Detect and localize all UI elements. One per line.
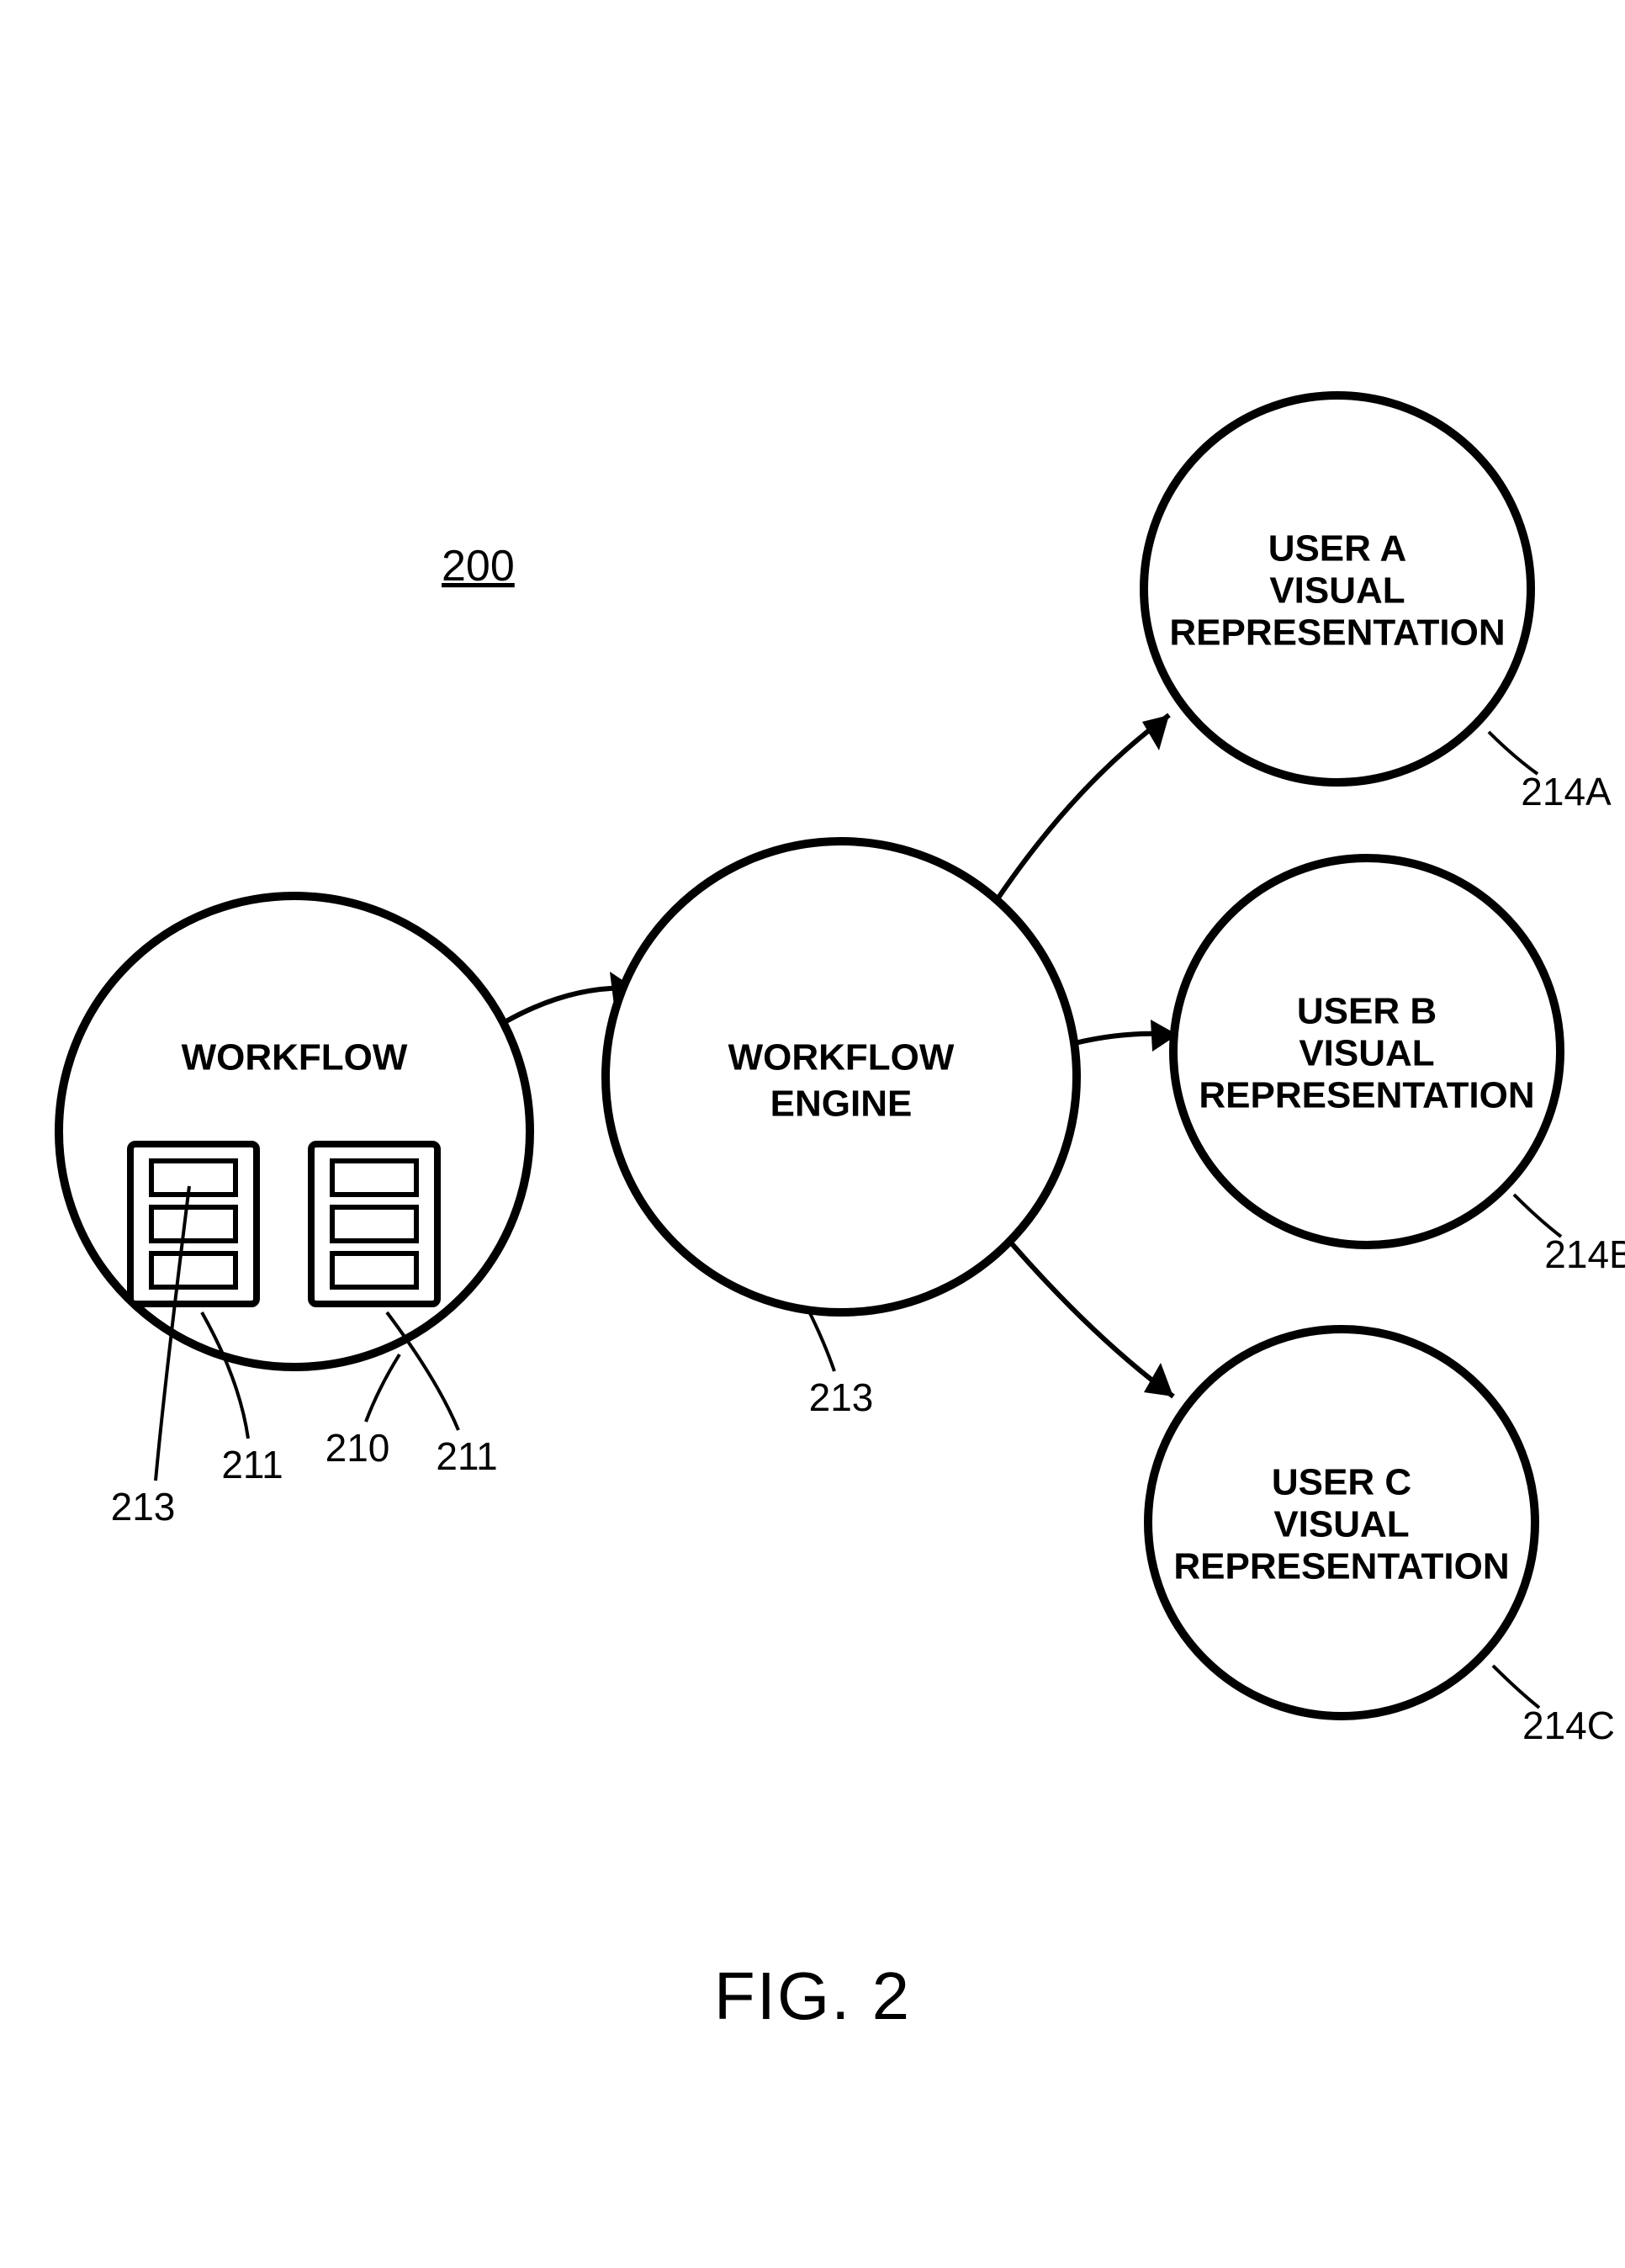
arrow-engine-to-userB — [1075, 1020, 1178, 1052]
user-c-line3: REPRESENTATION — [1173, 1546, 1509, 1587]
leader-214B — [1514, 1195, 1561, 1237]
leader-210 — [366, 1354, 400, 1422]
label-210: 210 — [326, 1426, 390, 1470]
workflow-label: WORKFLOW — [182, 1037, 408, 1078]
user-c-node: USER C VISUAL REPRESENTATION — [1148, 1329, 1535, 1716]
user-b-line3: REPRESENTATION — [1199, 1075, 1534, 1116]
workflow-node: WORKFLOW — [59, 896, 530, 1367]
user-a-node: USER A VISUAL REPRESENTATION — [1144, 395, 1531, 782]
engine-label-1: WORKFLOW — [728, 1037, 955, 1078]
user-c-line1: USER C — [1272, 1462, 1411, 1503]
diagram-canvas: 200 WORKFLOW 213 211 210 211 — [0, 0, 1625, 2268]
user-b-line2: VISUAL — [1299, 1033, 1434, 1074]
leader-214C — [1493, 1666, 1539, 1708]
engine-node: WORKFLOW ENGINE — [606, 841, 1077, 1312]
task-box-right — [311, 1144, 437, 1304]
user-b-node: USER B VISUAL REPRESENTATION — [1173, 858, 1560, 1245]
figure-ref: 200 — [442, 542, 515, 591]
task-box-left — [130, 1144, 257, 1304]
label-211-right: 211 — [436, 1434, 497, 1478]
arrow-engine-to-userC — [1009, 1241, 1173, 1396]
leader-214A — [1489, 732, 1538, 774]
label-214B: 214B — [1544, 1232, 1625, 1276]
user-c-line2: VISUAL — [1273, 1504, 1409, 1545]
arrow-engine-to-userA — [997, 715, 1169, 900]
label-213-inner: 213 — [111, 1485, 176, 1529]
figure-caption: FIG. 2 — [714, 1958, 911, 2033]
label-214C: 214C — [1522, 1704, 1615, 1747]
label-engine-213: 213 — [809, 1375, 874, 1419]
user-a-line2: VISUAL — [1269, 570, 1405, 612]
user-b-line1: USER B — [1297, 991, 1437, 1032]
leader-engine-213 — [807, 1308, 834, 1371]
user-a-line3: REPRESENTATION — [1169, 612, 1505, 654]
user-a-line1: USER A — [1268, 528, 1407, 570]
engine-label-2: ENGINE — [770, 1084, 913, 1125]
label-214A: 214A — [1521, 770, 1612, 813]
label-211-left: 211 — [221, 1443, 283, 1486]
